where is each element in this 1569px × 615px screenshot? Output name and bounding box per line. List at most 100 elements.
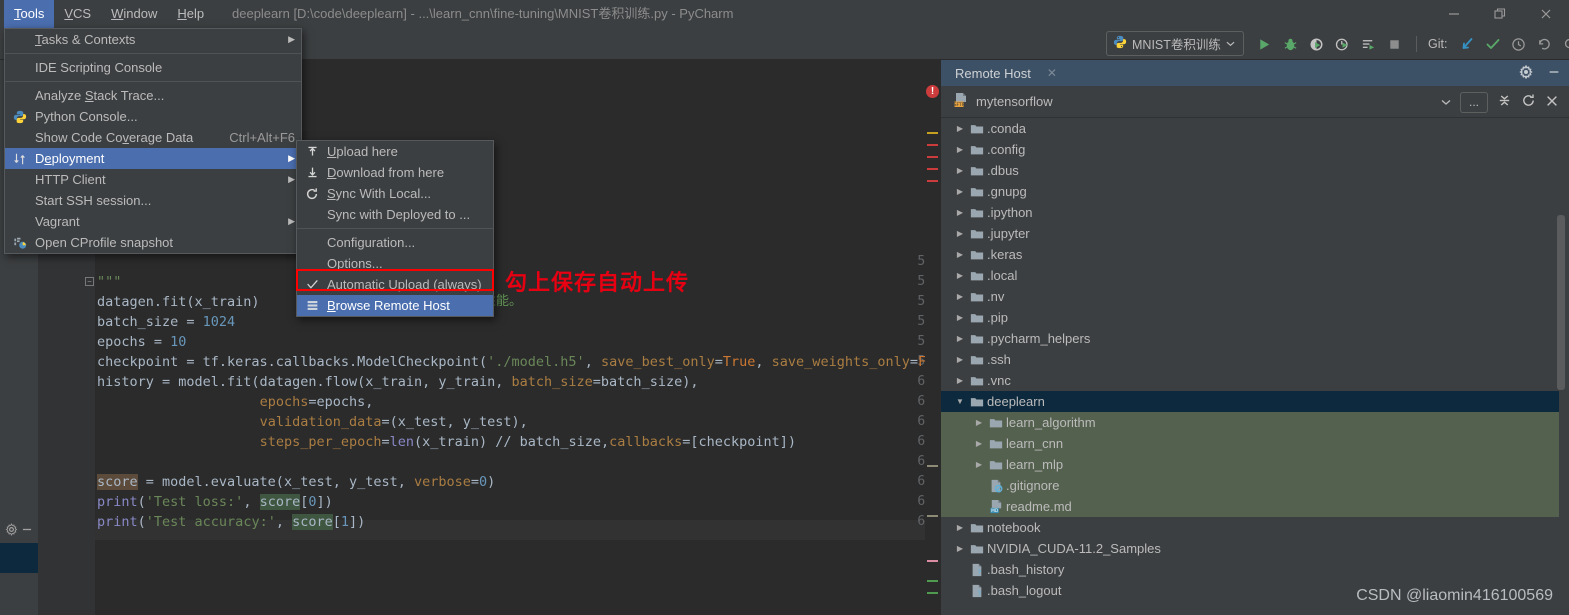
menu-item-tasks-and-contexts[interactable]: Tasks & Contexts ▶ bbox=[5, 29, 301, 50]
chevron-right-icon[interactable]: ▶ bbox=[953, 244, 967, 265]
chevron-right-icon[interactable]: ▶ bbox=[953, 139, 967, 160]
tree-row[interactable]: ▶ learn_algorithm bbox=[941, 412, 1559, 433]
run-configuration-selector[interactable]: MNIST卷积训练 bbox=[1106, 31, 1244, 56]
left-stripe-active-tool[interactable] bbox=[0, 543, 38, 573]
menu-item-http-client[interactable]: HTTP Client ▶ bbox=[5, 169, 301, 190]
remote-host-scrollbar-thumb[interactable] bbox=[1557, 215, 1565, 390]
stripe-error-mark[interactable] bbox=[927, 168, 938, 170]
submenu-item-automatic-upload[interactable]: Automatic Upload (always) bbox=[297, 274, 493, 295]
menu-item-ide-scripting-console[interactable]: IDE Scripting Console bbox=[5, 57, 301, 78]
run-with-console-button[interactable] bbox=[1358, 28, 1379, 60]
submenu-item-download-from-here[interactable]: Download from here bbox=[297, 162, 493, 183]
chevron-right-icon[interactable]: ▶ bbox=[953, 328, 967, 349]
chevron-right-icon[interactable]: ▶ bbox=[953, 118, 967, 139]
tree-row[interactable]: ▶ learn_cnn bbox=[941, 433, 1559, 454]
menu-vcs[interactable]: VCS bbox=[54, 0, 101, 28]
remote-host-tab-title[interactable]: Remote Host bbox=[955, 66, 1031, 81]
tree-row[interactable]: ▶ .ssh bbox=[941, 349, 1559, 370]
menu-item-python-console[interactable]: Python Console... bbox=[5, 106, 301, 127]
tree-row[interactable]: ▶ .nv bbox=[941, 286, 1559, 307]
history-button[interactable] bbox=[1508, 28, 1529, 60]
chevron-right-icon[interactable]: ▶ bbox=[953, 181, 967, 202]
menu-item-vagrant[interactable]: Vagrant ▶ bbox=[5, 211, 301, 232]
tree-row[interactable]: .gitignore bbox=[941, 475, 1559, 496]
stripe-mark[interactable] bbox=[927, 560, 938, 562]
menu-item-deployment[interactable]: Deployment ▶ bbox=[5, 148, 301, 169]
collapse-all-icon[interactable] bbox=[1497, 93, 1512, 111]
tree-row[interactable]: ▶ .config bbox=[941, 139, 1559, 160]
close-icon[interactable]: ✕ bbox=[1047, 66, 1057, 80]
chevron-down-icon[interactable] bbox=[1226, 36, 1235, 51]
close-connection-icon[interactable] bbox=[1545, 94, 1559, 111]
chevron-right-icon[interactable]: ▶ bbox=[953, 349, 967, 370]
tree-row[interactable]: ▶ .dbus bbox=[941, 160, 1559, 181]
rollback-button[interactable] bbox=[1534, 28, 1555, 60]
menu-tools[interactable]: Tools bbox=[4, 0, 55, 28]
submenu-item-options[interactable]: Options... bbox=[297, 253, 493, 274]
tree-row[interactable]: ▶ .vnc bbox=[941, 370, 1559, 391]
stripe-mark[interactable] bbox=[927, 580, 938, 582]
tree-row[interactable]: ? .bash_history bbox=[941, 559, 1559, 580]
tools-menu-popup[interactable]: Tasks & Contexts ▶ IDE Scripting Console… bbox=[4, 28, 302, 254]
menu-item-analyze-stack-trace[interactable]: Analyze Stack Trace... bbox=[5, 85, 301, 106]
profile-button[interactable] bbox=[1332, 28, 1353, 60]
menu-help[interactable]: Help bbox=[167, 0, 214, 28]
chevron-right-icon[interactable]: ▶ bbox=[953, 538, 967, 559]
stripe-change-mark[interactable] bbox=[927, 515, 938, 517]
chevron-right-icon[interactable]: ▶ bbox=[953, 202, 967, 223]
stripe-warning-mark[interactable] bbox=[927, 132, 938, 134]
code-fold-marker[interactable]: − bbox=[85, 277, 94, 286]
submenu-item-sync-with-local[interactable]: Sync With Local... bbox=[297, 183, 493, 204]
chevron-right-icon[interactable]: ▶ bbox=[953, 223, 967, 244]
stripe-change-mark[interactable] bbox=[927, 465, 938, 467]
remote-host-file-tree[interactable]: ▶ .conda ▶ .config ▶ .dbus ▶ .gnupg ▶ .ipython ▶ .j… bbox=[941, 118, 1559, 615]
tree-row[interactable]: ▶ .pip bbox=[941, 307, 1559, 328]
remote-host-selector[interactable]: SFTP mytensorflow bbox=[953, 92, 1053, 111]
tree-row[interactable]: ▼ deeplearn bbox=[941, 391, 1559, 412]
stripe-error-mark[interactable] bbox=[927, 156, 938, 158]
stop-button[interactable] bbox=[1384, 28, 1405, 60]
chevron-right-icon[interactable]: ▶ bbox=[972, 433, 986, 454]
close-button[interactable] bbox=[1523, 0, 1569, 28]
tree-row[interactable]: ▶ .keras bbox=[941, 244, 1559, 265]
refresh-icon[interactable] bbox=[1521, 93, 1536, 111]
tree-row[interactable]: ▶ NVIDIA_CUDA-11.2_Samples bbox=[941, 538, 1559, 559]
debug-button[interactable] bbox=[1280, 28, 1301, 60]
chevron-right-icon[interactable]: ▶ bbox=[972, 454, 986, 475]
menu-item-open-cprofile-snapshot[interactable]: Open CProfile snapshot bbox=[5, 232, 301, 253]
menu-window[interactable]: Window bbox=[101, 0, 167, 28]
submenu-item-sync-with-deployed-to[interactable]: Sync with Deployed to ... bbox=[297, 204, 493, 225]
commit-button[interactable] bbox=[1482, 28, 1503, 60]
tree-row[interactable]: ▶ .pycharm_helpers bbox=[941, 328, 1559, 349]
maximize-button[interactable] bbox=[1477, 0, 1523, 28]
menu-item-start-ssh-session[interactable]: Start SSH session... bbox=[5, 190, 301, 211]
menu-item-show-code-coverage-data[interactable]: Show Code Coverage Data Ctrl+Alt+F6 bbox=[5, 127, 301, 148]
editor-error-stripe[interactable]: ! bbox=[925, 60, 941, 615]
submenu-item-configuration[interactable]: Configuration... bbox=[297, 232, 493, 253]
run-button[interactable] bbox=[1254, 28, 1275, 60]
submenu-item-browse-remote-host[interactable]: Browse Remote Host bbox=[297, 295, 493, 316]
chevron-right-icon[interactable]: ▶ bbox=[953, 370, 967, 391]
tree-row[interactable]: MD readme.md bbox=[941, 496, 1559, 517]
chevron-right-icon[interactable]: ▶ bbox=[953, 517, 967, 538]
left-stripe-buttons[interactable] bbox=[0, 515, 38, 543]
error-count-badge[interactable]: ! bbox=[926, 85, 939, 98]
chevron-right-icon[interactable]: ▶ bbox=[953, 307, 967, 328]
minimize-button[interactable] bbox=[1431, 0, 1477, 28]
chevron-right-icon[interactable]: ▶ bbox=[953, 265, 967, 286]
chevron-right-icon[interactable]: ▶ bbox=[972, 412, 986, 433]
search-everywhere-button[interactable] bbox=[1560, 28, 1569, 60]
chevron-down-icon[interactable] bbox=[1441, 95, 1451, 110]
tree-row[interactable]: ▶ learn_mlp bbox=[941, 454, 1559, 475]
more-options-button[interactable]: ... bbox=[1460, 91, 1488, 113]
minimize-icon[interactable] bbox=[1547, 65, 1561, 82]
tree-row[interactable]: ▶ .ipython bbox=[941, 202, 1559, 223]
chevron-down-icon[interactable]: ▼ bbox=[953, 391, 967, 412]
tree-row[interactable]: ▶ .jupyter bbox=[941, 223, 1559, 244]
stripe-error-mark[interactable] bbox=[927, 180, 938, 182]
gear-icon[interactable] bbox=[1519, 64, 1533, 82]
tree-row[interactable]: ▶ notebook bbox=[941, 517, 1559, 538]
stripe-error-mark[interactable] bbox=[927, 144, 938, 146]
submenu-item-upload-here[interactable]: Upload here bbox=[297, 141, 493, 162]
deployment-submenu-popup[interactable]: Upload here Download from here Sync With… bbox=[296, 140, 494, 317]
